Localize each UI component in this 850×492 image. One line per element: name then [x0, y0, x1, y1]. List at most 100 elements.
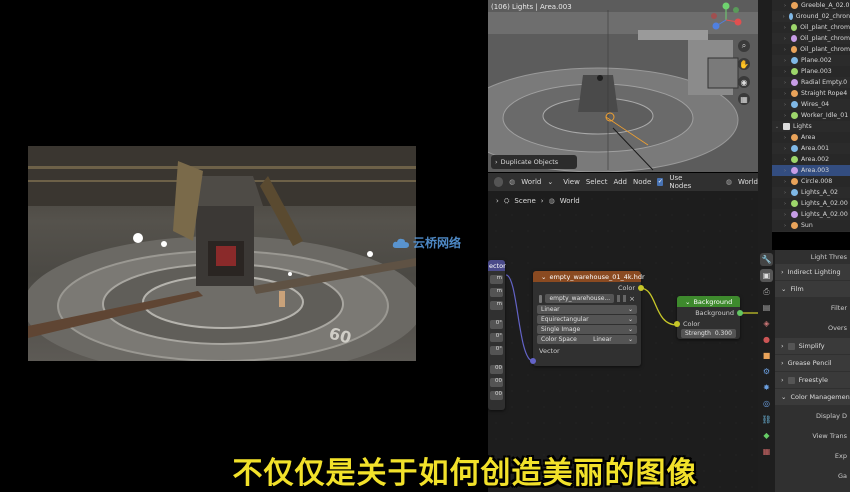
menu-node[interactable]: Node — [633, 178, 651, 186]
outliner[interactable]: › Greeble_A_02.0 › Ground_02_chron › Oil_plan… — [772, 0, 850, 232]
render-tab-icon[interactable]: ▣ — [760, 269, 773, 282]
fake-user-icon[interactable] — [617, 295, 621, 302]
outliner-item[interactable]: › Circle.008 — [772, 176, 850, 187]
outliner-item[interactable]: › Radial Empty.0 — [772, 77, 850, 88]
world-icon[interactable]: ◍ — [726, 178, 732, 186]
vector-field[interactable]: 00 — [490, 378, 503, 387]
menu-add[interactable]: Add — [613, 178, 627, 186]
outliner-item[interactable]: › Area.001 — [772, 143, 850, 154]
outliner-item[interactable]: › Oil_plant_chrom — [772, 33, 850, 44]
chevron-right-icon[interactable]: › — [782, 58, 788, 64]
background-output-socket[interactable] — [737, 310, 743, 316]
shader-node-editor[interactable]: ector m m m 0° 0° 0° 00 00 00 ⌄ empty_warehouse_… — [488, 191, 758, 492]
shader-type-dropdown[interactable]: World — [521, 178, 541, 186]
use-nodes-checkbox[interactable]: ✓ — [657, 178, 664, 186]
property-field-label[interactable]: Filter — [775, 298, 850, 318]
world-datablock[interactable]: World — [738, 178, 758, 186]
world-tab-icon[interactable]: ● — [760, 333, 773, 346]
view-layer-tab-icon[interactable]: ▤ — [760, 301, 773, 314]
property-field-label[interactable]: View Trans — [775, 426, 850, 446]
outliner-item[interactable]: › Oil_plant_chrom — [772, 44, 850, 55]
last-operator-panel[interactable]: › Duplicate Objects — [491, 155, 577, 169]
outliner-item[interactable]: › Plane.002 — [772, 55, 850, 66]
zoom-icon[interactable]: ⌕ — [738, 40, 750, 52]
vector-field[interactable]: 0° — [490, 346, 503, 355]
outliner-item[interactable]: › Wires_04 — [772, 99, 850, 110]
vector-field[interactable]: 00 — [490, 391, 503, 400]
source-dropdown[interactable]: Single Image ⌄ — [537, 325, 637, 334]
outliner-item[interactable]: › Plane.003 — [772, 66, 850, 77]
chevron-right-icon[interactable]: › — [782, 146, 788, 152]
constraints-tab-icon[interactable]: ⛓ — [760, 413, 773, 426]
camera-icon[interactable]: ◉ — [738, 76, 750, 88]
vector-field[interactable]: 0° — [490, 333, 503, 342]
properties-panel-header[interactable]: › Indirect Lighting — [775, 264, 850, 280]
vector-field[interactable]: m — [490, 301, 503, 310]
background-node[interactable]: ⌄ Background Background Color Strength 0… — [674, 296, 743, 339]
chevron-right-icon[interactable]: › — [782, 102, 788, 108]
texture-color-socket[interactable] — [638, 285, 644, 291]
outliner-item[interactable]: › Worker_Idle_01 — [772, 110, 850, 121]
vector-field[interactable]: 00 — [490, 365, 503, 374]
vector-field[interactable]: 0° — [490, 320, 503, 329]
chevron-right-icon[interactable]: › — [782, 36, 788, 42]
outliner-item[interactable]: › Area.003 — [772, 165, 850, 176]
properties-panel-header[interactable]: › Grease Pencil — [775, 355, 850, 371]
image-selector[interactable]: empty_warehouse... × — [533, 293, 641, 304]
outliner-item[interactable]: › Oil_plant_chrom — [772, 22, 850, 33]
physics-tab-icon[interactable]: ◎ — [760, 397, 773, 410]
chevron-right-icon[interactable]: › — [782, 223, 788, 229]
background-color-socket[interactable] — [674, 321, 680, 327]
property-field-label[interactable]: Display D — [775, 406, 850, 426]
outliner-item[interactable]: › Ground_02_chron — [772, 11, 850, 22]
environment-texture-node[interactable]: ⌄ empty_warehouse_01_4k.hdr Color empty_… — [530, 271, 645, 366]
object-tab-icon[interactable]: ■ — [760, 349, 773, 362]
outliner-item[interactable]: › Area.002 — [772, 154, 850, 165]
chevron-right-icon[interactable]: › — [782, 14, 786, 20]
image-name-field[interactable]: empty_warehouse... — [545, 294, 615, 303]
chevron-right-icon[interactable]: › — [782, 80, 788, 86]
texture-vector-socket[interactable] — [530, 358, 536, 364]
chevron-right-icon[interactable]: › — [782, 168, 788, 174]
outliner-collection[interactable]: ⌄ Lights — [772, 121, 850, 132]
menu-select[interactable]: Select — [586, 178, 608, 186]
outliner-item[interactable]: › Lights_A_02.00 — [772, 198, 850, 209]
chevron-right-icon[interactable]: › — [782, 3, 788, 9]
vector-field[interactable]: m — [490, 288, 503, 297]
particles-tab-icon[interactable]: ✸ — [760, 381, 773, 394]
outliner-item[interactable]: › Lights_A_02 — [772, 187, 850, 198]
projection-dropdown[interactable]: Equirectangular ⌄ — [537, 315, 637, 324]
vector-field[interactable]: m — [490, 275, 503, 284]
menu-view[interactable]: View — [563, 178, 580, 186]
output-tab-icon[interactable]: ⎙ — [760, 285, 773, 298]
outliner-item[interactable]: › Straight Rope4 — [772, 88, 850, 99]
chevron-right-icon[interactable]: › — [782, 212, 788, 218]
chevron-right-icon[interactable]: › — [782, 157, 788, 163]
outliner-item[interactable]: › Lights_A_02.00 — [772, 209, 850, 220]
chevron-right-icon[interactable]: › — [782, 201, 788, 207]
modifier-tab-icon[interactable]: ⚙ — [760, 365, 773, 378]
panel-checkbox[interactable] — [787, 342, 795, 350]
properties-panel-header[interactable]: ⌄ Color Management — [775, 389, 850, 405]
light-threshold-field[interactable]: Light Thres — [775, 250, 850, 264]
panel-checkbox[interactable] — [787, 376, 795, 384]
data-tab-icon[interactable]: ◆ — [760, 429, 773, 442]
navigation-gizmo[interactable] — [706, 2, 746, 32]
chevron-right-icon[interactable]: › — [782, 113, 788, 119]
interpolation-dropdown[interactable]: Linear ⌄ — [537, 305, 637, 314]
scene-tab-icon[interactable]: ◈ — [760, 317, 773, 330]
properties-panel-header[interactable]: › Simplify — [775, 338, 850, 354]
properties-panel-header[interactable]: › Freestyle — [775, 372, 850, 388]
tool-tab-icon[interactable]: 🔧 — [760, 253, 773, 266]
world-icon[interactable]: ◍ — [509, 178, 515, 186]
chevron-right-icon[interactable]: › — [782, 47, 788, 53]
strength-field[interactable]: Strength 0.300 — [681, 329, 736, 338]
chevron-right-icon[interactable]: › — [782, 69, 788, 75]
outliner-item[interactable]: › Sun — [772, 220, 850, 231]
color-space-dropdown[interactable]: Color Space Linear ⌄ — [537, 335, 637, 344]
grid-icon[interactable]: ▦ — [738, 93, 750, 105]
chevron-right-icon[interactable]: › — [782, 135, 788, 141]
chevron-right-icon[interactable]: › — [782, 25, 788, 31]
close-icon[interactable]: × — [629, 295, 635, 303]
vector-node-partial[interactable]: ector m m m 0° 0° 0° 00 00 00 — [488, 260, 506, 410]
